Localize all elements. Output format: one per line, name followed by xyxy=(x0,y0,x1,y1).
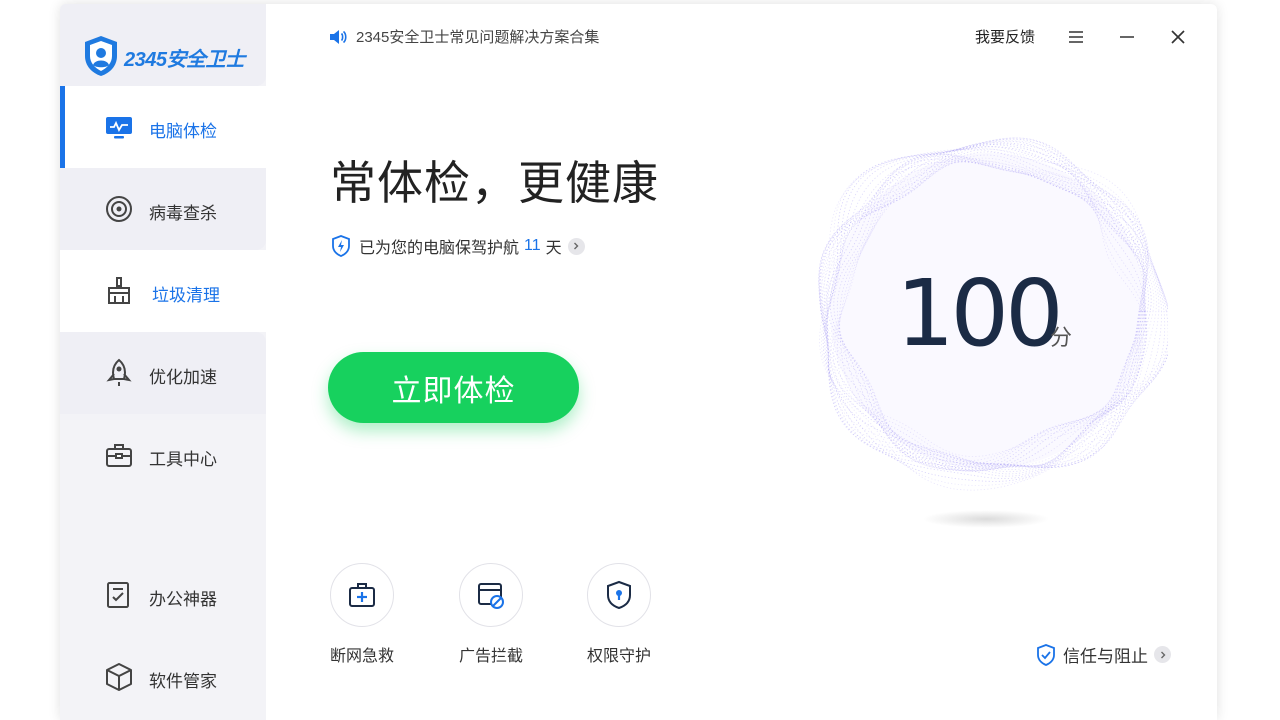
sphere-shadow xyxy=(922,510,1050,528)
logo-text: 2345安全卫士 xyxy=(124,49,245,71)
shield-check-icon xyxy=(1037,643,1055,666)
close-button[interactable] xyxy=(1163,22,1193,52)
notice-link[interactable]: 2345安全卫士常见问题解决方案合集 xyxy=(328,26,599,47)
logo-shield-icon xyxy=(85,36,117,76)
trust-and-block-link[interactable]: 信任与阻止 xyxy=(1036,642,1171,667)
sidebar-item-virus-scan[interactable]: 病毒查杀 xyxy=(60,168,266,250)
clipboard-icon xyxy=(107,582,129,608)
toolbox-icon xyxy=(106,444,132,467)
trust-label: 信任与阻止 xyxy=(1063,647,1148,666)
tool-icon-circle xyxy=(459,563,523,627)
broom-icon xyxy=(108,277,130,304)
close-icon xyxy=(1171,30,1185,44)
protection-days-link[interactable]: 已为您的电脑保驾护航 11 天 xyxy=(331,234,585,258)
tool-network-rescue[interactable]: 断网急救 xyxy=(322,563,402,666)
tool-label: 广告拦截 xyxy=(458,648,523,665)
shield-bolt-icon xyxy=(332,235,350,257)
speaker-icon xyxy=(330,29,347,44)
sidebar-item-label: 垃圾清理 xyxy=(152,286,220,305)
notice-text: 2345安全卫士常见问题解决方案合集 xyxy=(356,29,600,46)
sidebar-item-label: 工具中心 xyxy=(149,450,217,469)
sidebar-item-label: 电脑体检 xyxy=(149,122,217,141)
minimize-button[interactable] xyxy=(1112,22,1142,52)
sidebar-item-label: 办公神器 xyxy=(149,590,217,609)
sidebar-item-optimize[interactable]: 优化加速 xyxy=(60,332,266,414)
tool-label: 权限守护 xyxy=(586,648,651,665)
sidebar-item-office-tools[interactable]: 办公神器 xyxy=(60,554,266,636)
cube-icon xyxy=(106,663,132,691)
active-indicator xyxy=(60,86,65,168)
feedback-link[interactable]: 我要反馈 xyxy=(975,26,1035,47)
app-logo: 2345安全卫士 xyxy=(60,4,266,86)
page-title: 常体检，更健康 xyxy=(330,156,659,210)
sidebar-item-label: 软件管家 xyxy=(149,672,217,691)
target-icon xyxy=(106,196,132,222)
tool-label: 断网急救 xyxy=(329,648,394,665)
tool-ad-block[interactable]: 广告拦截 xyxy=(451,563,531,666)
chevron-right-icon xyxy=(567,237,585,255)
sidebar-item-label: 优化加速 xyxy=(149,368,217,387)
sidebar-item-tool-center[interactable]: 工具中心 xyxy=(60,414,266,496)
first-aid-kit-icon xyxy=(349,583,375,607)
sidebar-item-junk-clean[interactable]: 垃圾清理 xyxy=(60,250,266,332)
sidebar-item-label: 病毒查杀 xyxy=(149,204,217,223)
minimize-icon xyxy=(1120,36,1134,38)
guard-text: 已为您的电脑保驾护航 xyxy=(359,240,520,257)
tool-icon-circle xyxy=(587,563,651,627)
rocket-icon xyxy=(106,358,132,386)
menu-icon xyxy=(1069,31,1083,43)
score-unit: 分 xyxy=(1050,325,1073,350)
sidebar: 2345安全卫士 电脑体检 病毒查杀 垃圾清理 优化加速 工具中心 办公神器 软… xyxy=(60,4,266,720)
guard-unit: 天 xyxy=(545,240,562,257)
app-window: 2345安全卫士 电脑体检 病毒查杀 垃圾清理 优化加速 工具中心 办公神器 软… xyxy=(60,4,1217,720)
sidebar-item-pc-checkup[interactable]: 电脑体检 xyxy=(60,86,266,168)
chevron-right-icon xyxy=(1154,646,1171,663)
sidebar-item-software-manager[interactable]: 软件管家 xyxy=(60,636,266,718)
tool-permission-guard[interactable]: 权限守护 xyxy=(579,563,659,666)
guard-days: 11 xyxy=(524,237,541,254)
ad-block-icon xyxy=(478,583,504,609)
tool-icon-circle xyxy=(330,563,394,627)
menu-button[interactable] xyxy=(1061,22,1091,52)
shield-lock-icon xyxy=(607,580,631,610)
start-checkup-button[interactable]: 立即体检 xyxy=(328,352,579,423)
health-score: 100 xyxy=(896,260,1064,367)
monitor-icon xyxy=(106,117,132,139)
